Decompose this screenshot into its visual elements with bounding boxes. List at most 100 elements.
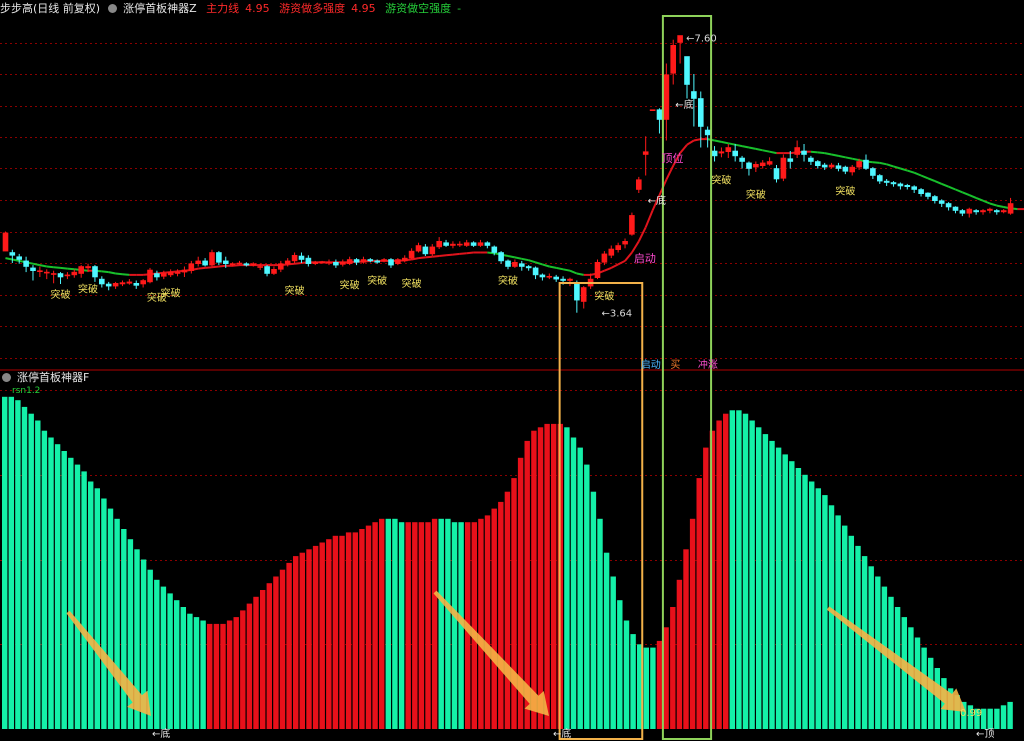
- candle-body: [188, 263, 195, 272]
- candle-body: [154, 273, 160, 278]
- trigger-signal-label: 启动: [634, 252, 656, 265]
- candle-body: [126, 281, 133, 284]
- main-line-segment: [989, 202, 998, 207]
- long-label: 游资做多强度: [279, 2, 346, 15]
- indicator-name: 涨停首板神器Z: [123, 2, 197, 15]
- histogram-bar: [41, 430, 48, 729]
- candle-body: [656, 109, 663, 120]
- candle-body: [814, 161, 821, 166]
- main-line-segment: [968, 194, 977, 199]
- histogram-bars: [2, 396, 1013, 730]
- bottom-signal-label: ←底: [675, 98, 693, 111]
- histogram-bar: [716, 420, 722, 729]
- candle-body: [174, 271, 181, 274]
- histogram-bar: [842, 525, 848, 729]
- candle-body: [271, 268, 277, 274]
- candle-body: [85, 266, 91, 269]
- histogram-bar: [994, 708, 1000, 729]
- histogram-bar: [683, 549, 689, 729]
- main-line-segment: [115, 272, 123, 276]
- candle-body: [932, 196, 938, 201]
- candle-body: [319, 261, 325, 264]
- main-line-segment: [101, 270, 109, 274]
- candle-body: [105, 283, 112, 287]
- candle-body: [443, 242, 449, 246]
- main-line-segment: [934, 180, 943, 185]
- histogram-bar: [240, 610, 246, 729]
- main-line-segment: [996, 204, 1004, 208]
- kline-chart[interactable]: 突破突破突破突破突破突破突破突破突破突破突破突破突破突破 ←3.64 ←7.60 ←…: [0, 0, 1024, 741]
- main-line-segment: [831, 153, 839, 157]
- histogram-bar: [61, 451, 67, 729]
- histogram-bar: [742, 413, 749, 729]
- candle-body: [57, 273, 64, 278]
- candle-body: [828, 164, 835, 168]
- candle-body: [401, 257, 408, 262]
- main-line-segment: [528, 259, 536, 264]
- candle-body: [92, 266, 98, 278]
- indicator-toggle-icon[interactable]: [108, 4, 118, 13]
- candle-body: [574, 282, 580, 301]
- signal-markers: 突破突破突破突破突破突破突破突破突破突破突破突破突破突破: [51, 173, 856, 304]
- histogram-bar: [1007, 701, 1013, 729]
- candle-body: [580, 287, 587, 302]
- main-line-segment: [60, 266, 68, 270]
- histogram-bar: [213, 623, 220, 729]
- histogram-bar: [345, 532, 352, 729]
- candle-body: [553, 276, 560, 280]
- histogram-bar: [425, 522, 431, 729]
- candle-body: [739, 157, 745, 162]
- sub-indicator-toggle-icon[interactable]: [2, 373, 11, 382]
- histogram-bar: [332, 535, 339, 729]
- candle-body: [966, 208, 973, 214]
- main-line-segment: [852, 157, 860, 162]
- candle-body: [112, 282, 119, 287]
- histogram-bar: [570, 437, 577, 729]
- candle-body: [119, 282, 126, 285]
- main-line-segment: [734, 143, 743, 148]
- histogram-bar: [689, 518, 696, 729]
- candle-body: [415, 245, 422, 252]
- candle-body: [381, 259, 387, 262]
- bottom-mid-label: ←底: [553, 727, 571, 740]
- main-line-segment: [741, 145, 750, 149]
- main-line-segment: [445, 253, 454, 257]
- histogram-bar: [107, 508, 114, 729]
- histogram-bar: [286, 562, 292, 729]
- candle-body: [326, 261, 332, 264]
- breakthrough-label: 突破: [367, 274, 387, 287]
- histogram-bar: [187, 613, 193, 729]
- candle-body: [422, 246, 429, 255]
- histogram-bar: [577, 447, 583, 729]
- histogram-bar: [736, 410, 742, 729]
- histogram-bar: [848, 535, 855, 729]
- histogram-bar: [319, 542, 325, 729]
- histogram-bar: [610, 576, 616, 729]
- candle-body: [608, 248, 615, 256]
- signal-tag: 冲涨: [698, 358, 718, 371]
- main-line-segment: [232, 264, 240, 267]
- histogram-bar: [617, 600, 623, 729]
- candle-body: [450, 243, 456, 246]
- candle-body: [43, 271, 50, 274]
- candle-body: [773, 168, 780, 180]
- candle-body: [601, 253, 608, 263]
- candle-body: [876, 175, 883, 182]
- histogram-bar: [48, 437, 54, 729]
- candle-body: [787, 158, 794, 162]
- main-line: [5, 138, 1024, 276]
- candle-body: [216, 252, 222, 263]
- candle-body: [794, 147, 801, 155]
- breakthrough-label: 突破: [285, 284, 305, 297]
- main-line-segment: [542, 263, 550, 268]
- main-value: 4.95: [245, 2, 270, 15]
- histogram-bar: [160, 586, 167, 729]
- candle-body: [835, 165, 842, 169]
- histogram-bar: [656, 640, 663, 729]
- main-line-segment: [211, 265, 219, 269]
- histogram-bar: [114, 518, 120, 729]
- histogram-bar: [293, 556, 299, 729]
- candle-body: [890, 182, 897, 185]
- main-line-segment: [108, 271, 116, 275]
- candle-body: [987, 208, 993, 211]
